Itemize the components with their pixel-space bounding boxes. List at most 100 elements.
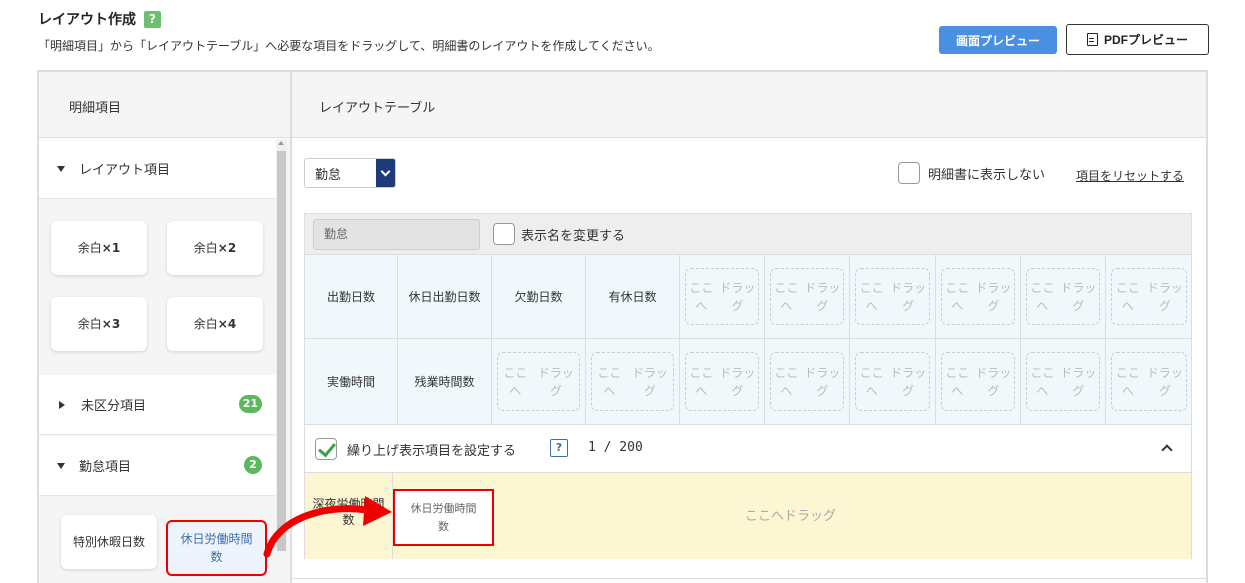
screen-preview-button[interactable]: 画面プレビュー xyxy=(939,26,1057,54)
carryover-drop-zone[interactable]: 深夜労働時間 数 休日労働時間数 ここへドラッグ xyxy=(305,473,1191,559)
drop-text: ドラッグ xyxy=(1146,280,1183,313)
tile-label-line1: 休日労働時間 xyxy=(180,532,253,546)
table-row: 実働時間 残業時間数 ここへ ドラッグ ここへ ドラッグ ここへ ドラッグ ここへ ドラ… xyxy=(305,339,1191,425)
help-icon[interactable]: ? xyxy=(144,10,161,28)
drop-text: ここへ xyxy=(503,365,528,398)
table-cell[interactable]: 休日出勤日数 xyxy=(398,255,492,338)
table-cell[interactable]: 実働時間 xyxy=(305,339,398,424)
drop-target[interactable]: ここへ ドラッグ xyxy=(765,339,850,424)
drop-text: ここへ xyxy=(774,365,799,398)
drop-here-label: ここへドラッグ xyxy=(745,509,837,524)
caret-down-icon xyxy=(57,462,65,469)
tile-blank-x4[interactable]: 余白 ×4 xyxy=(167,297,263,351)
drop-text: ここへ xyxy=(859,365,884,398)
chip-line2: 数 xyxy=(438,519,449,533)
dragged-item-chip[interactable]: 休日労働時間数 xyxy=(393,489,494,546)
drop-text: ドラッグ xyxy=(537,365,574,398)
drop-target[interactable]: ここへ ドラッグ xyxy=(1021,255,1106,338)
rename-checkbox[interactable] xyxy=(493,223,515,245)
drop-text: ここへ xyxy=(859,280,884,313)
drop-target[interactable]: ここへ ドラッグ xyxy=(850,339,936,424)
reset-items-link[interactable]: 項目をリセットする xyxy=(1076,167,1184,184)
drop-text: ドラッグ xyxy=(975,280,1012,313)
right-panel-title: レイアウトテーブル xyxy=(319,101,436,116)
drop-target[interactable]: ここへ ドラッグ xyxy=(936,255,1021,338)
pdf-preview-label: PDFプレビュー xyxy=(1103,33,1188,47)
drop-target[interactable]: ここへ ドラッグ xyxy=(1021,339,1106,424)
page-title-text: レイアウト作成 xyxy=(38,12,136,28)
hide-on-statement-option[interactable]: 明細書に表示しない xyxy=(898,162,1045,184)
category-select[interactable]: 勤怠 xyxy=(304,158,396,188)
drop-text: ここへ xyxy=(597,365,622,398)
tile-label: 余白 xyxy=(77,317,102,331)
section-attendance-items[interactable]: 勤怠項目 2 xyxy=(39,436,276,496)
drop-text: ここへ xyxy=(689,365,714,398)
drop-text: ドラッグ xyxy=(1060,280,1097,313)
table-cell[interactable]: 残業時間数 xyxy=(398,339,492,424)
display-name-input[interactable]: 勤怠 xyxy=(313,219,480,250)
drop-text: ドラッグ xyxy=(1060,365,1097,398)
tile-special-leave-days[interactable]: 特別休暇日数 xyxy=(61,515,157,569)
item-sidebar: レイアウト項目 余白 ×1 余白 ×2 余白 ×3 余白 ×4 未区分項目 21 勤怠項… xyxy=(39,139,290,583)
section-unclassified-items[interactable]: 未区分項目 21 xyxy=(39,375,276,435)
table-cell[interactable]: 欠勤日数 xyxy=(492,255,586,338)
category-select-value: 勤怠 xyxy=(315,167,342,183)
panel-header: 明細項目 レイアウトテーブル xyxy=(39,72,1206,138)
drop-target[interactable]: ここへ ドラッグ xyxy=(680,255,765,338)
divider xyxy=(291,578,1208,579)
scroll-up-icon[interactable] xyxy=(278,141,284,145)
table-header: 勤怠 表示名を変更する xyxy=(305,214,1191,255)
carryover-checkbox[interactable] xyxy=(315,438,337,460)
document-icon xyxy=(1086,33,1098,46)
carryover-count: 1 / 200 xyxy=(588,440,643,455)
chevron-down-icon[interactable] xyxy=(376,159,395,187)
drop-text: ドラッグ xyxy=(719,365,756,398)
chip-line1: 休日労働時間 xyxy=(410,501,477,515)
section-layout-items[interactable]: レイアウト項目 xyxy=(39,139,276,199)
left-panel-title: 明細項目 xyxy=(69,101,122,116)
section-label: レイアウト項目 xyxy=(79,163,171,178)
drop-text: ここへ xyxy=(689,280,714,313)
pdf-preview-button[interactable]: PDFプレビュー xyxy=(1066,24,1209,55)
tile-blank-x1[interactable]: 余白 ×1 xyxy=(51,221,147,275)
hide-label: 明細書に表示しない xyxy=(928,167,1046,183)
drop-target[interactable]: ここへ ドラッグ xyxy=(586,339,680,424)
tile-blank-x3[interactable]: 余白 ×3 xyxy=(51,297,147,351)
drop-target[interactable]: ここへ ドラッグ xyxy=(1106,339,1192,424)
drop-text: ドラッグ xyxy=(1146,365,1183,398)
drop-text: ドラッグ xyxy=(804,365,841,398)
drop-target[interactable]: ここへ ドラッグ xyxy=(765,255,850,338)
drop-text: ここへ xyxy=(1030,280,1055,313)
tile-holiday-work-hours[interactable]: 休日労働時間 数 xyxy=(166,520,267,576)
table-cell[interactable]: 有休日数 xyxy=(586,255,680,338)
table-row: 出勤日数 休日出勤日数 欠勤日数 有休日数 ここへ ドラッグ ここへ ドラッグ ここ… xyxy=(305,255,1191,339)
tile-mult: ×1 xyxy=(101,241,121,255)
count-badge: 2 xyxy=(244,456,262,474)
drop-text: ドラッグ xyxy=(975,365,1012,398)
rename-option[interactable]: 表示名を変更する xyxy=(493,223,625,245)
table-cell[interactable]: 出勤日数 xyxy=(305,255,398,338)
count-badge: 21 xyxy=(238,395,262,413)
drop-text: ここへ xyxy=(945,365,970,398)
tile-blank-x2[interactable]: 余白 ×2 xyxy=(167,221,263,275)
caret-down-icon xyxy=(57,165,65,172)
tile-label: 余白 xyxy=(77,241,102,255)
drop-text: ドラッグ xyxy=(631,365,668,398)
drop-target[interactable]: ここへ ドラッグ xyxy=(850,255,936,338)
tile-label: 余白 xyxy=(193,241,218,255)
drop-target[interactable]: ここへ ドラッグ xyxy=(1106,255,1192,338)
drop-target[interactable]: ここへ ドラッグ xyxy=(936,339,1021,424)
carryover-toggle-row[interactable]: 繰り上げ表示項目を設定する ? 1 / 200 xyxy=(305,425,1191,473)
help-icon[interactable]: ? xyxy=(550,439,568,457)
drop-target[interactable]: ここへ ドラッグ xyxy=(492,339,586,424)
chevron-up-icon[interactable] xyxy=(1161,444,1173,456)
hide-checkbox[interactable] xyxy=(898,162,920,184)
tile-mult: ×3 xyxy=(101,317,121,331)
drop-text: ここへ xyxy=(1115,280,1140,313)
drop-text: ここへ xyxy=(774,280,799,313)
layout-table: 勤怠 表示名を変更する 出勤日数 休日出勤日数 欠勤日数 有休日数 ここへ ドラッ… xyxy=(304,213,1192,559)
drop-target[interactable]: ここへ ドラッグ xyxy=(680,339,765,424)
drop-text: ドラッグ xyxy=(719,280,756,313)
tile-mult: ×4 xyxy=(217,317,237,331)
section-label: 勤怠項目 xyxy=(79,460,132,475)
